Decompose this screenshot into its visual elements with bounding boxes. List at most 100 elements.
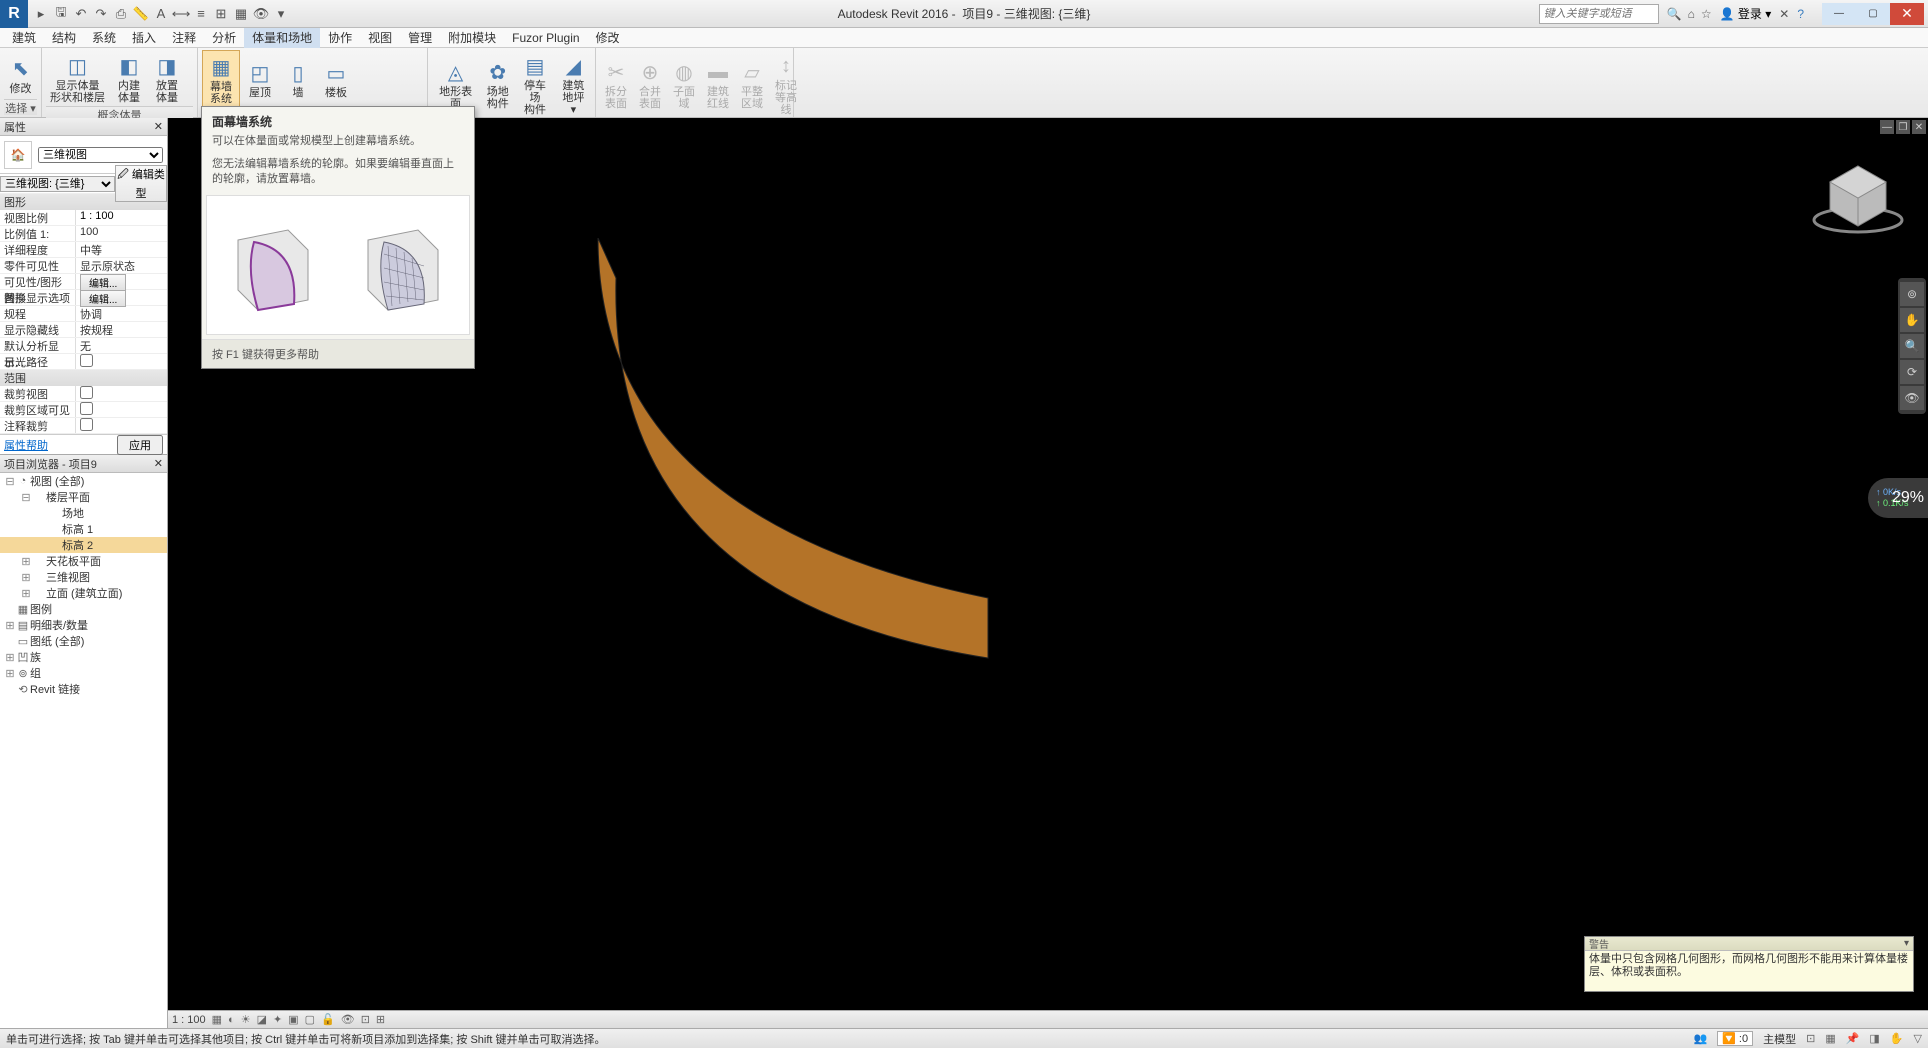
project-browser[interactable]: ⊟◔视图 (全部)⊟楼层平面场地标高 1标高 2⊞天花板平面⊞三维视图⊞立面 (… xyxy=(0,473,167,1028)
favorite-icon[interactable]: ☆ xyxy=(1701,7,1712,21)
property-value[interactable]: 100 xyxy=(76,226,167,241)
minimize-button[interactable]: — xyxy=(1822,3,1856,25)
open-icon[interactable]: ▸ xyxy=(32,5,50,23)
tree-expander-icon[interactable]: ⊞ xyxy=(4,619,16,632)
property-value[interactable] xyxy=(76,386,167,401)
signin-button[interactable]: 👤 登录 ▾ xyxy=(1720,5,1772,22)
maximize-button[interactable]: ▢ xyxy=(1856,3,1890,25)
workset-icon[interactable]: 👥 xyxy=(1693,1032,1707,1045)
help-icon[interactable]: ? xyxy=(1797,7,1804,21)
section-icon[interactable]: ⊞ xyxy=(212,5,230,23)
tree-item[interactable]: ⊟楼层平面 xyxy=(0,489,167,505)
unlock-icon[interactable]: 🔓 xyxy=(321,1013,335,1026)
tree-item[interactable]: ⊞三维视图 xyxy=(0,569,167,585)
tab-analyze[interactable]: 分析 xyxy=(204,27,244,48)
crop-visible-icon[interactable]: ▢ xyxy=(305,1013,315,1026)
viewcube[interactable] xyxy=(1808,148,1908,248)
property-value[interactable] xyxy=(76,210,167,225)
tree-item[interactable]: ⟲Revit 链接 xyxy=(0,681,167,697)
property-input[interactable] xyxy=(80,210,163,222)
tree-item[interactable]: ⊞天花板平面 xyxy=(0,553,167,569)
tree-expander-icon[interactable]: ⊞ xyxy=(4,667,16,680)
property-value[interactable]: 协调 xyxy=(76,306,167,321)
ribbon-button[interactable]: ▦幕墙系统 xyxy=(202,50,240,108)
tree-expander-icon[interactable]: ⊞ xyxy=(20,571,32,584)
dimension-icon[interactable]: ⟷ xyxy=(172,5,190,23)
warning-expand-icon[interactable]: ▾ xyxy=(1904,938,1909,949)
pan-icon[interactable]: ✋ xyxy=(1900,308,1924,332)
property-value[interactable]: 编辑... xyxy=(76,290,167,305)
tree-expander-icon[interactable]: ⊞ xyxy=(20,555,32,568)
filter-icon[interactable]: ▽ xyxy=(1914,1032,1922,1045)
view-restore-button[interactable]: ❐ xyxy=(1896,120,1910,134)
property-edit-button[interactable]: 编辑... xyxy=(80,274,126,291)
ribbon-button[interactable]: ◫显示体量形状和楼层 xyxy=(46,50,109,106)
close-icon[interactable]: ✕ xyxy=(154,457,163,470)
tab-addins[interactable]: 附加模块 xyxy=(440,27,504,48)
rendering-icon[interactable]: ✦ xyxy=(273,1013,282,1026)
print-icon[interactable]: ⎙ xyxy=(112,5,130,23)
tree-item[interactable]: 标高 1 xyxy=(0,521,167,537)
reveal-icon[interactable]: ⊡ xyxy=(361,1013,370,1026)
tab-structure[interactable]: 结构 xyxy=(44,27,84,48)
close-icon[interactable]: ✕ xyxy=(154,120,163,133)
instance-dropdown[interactable]: 三维视图: {三维} xyxy=(0,176,115,192)
visual-style-icon[interactable]: ◐ xyxy=(228,1014,235,1026)
measure-icon[interactable]: 📏 xyxy=(132,5,150,23)
tree-item[interactable]: ⊟◔视图 (全部) xyxy=(0,473,167,489)
lookat-icon[interactable]: 👁 xyxy=(1900,386,1924,410)
view-minimize-button[interactable]: — xyxy=(1880,120,1894,134)
exchange-icon[interactable]: ✕ xyxy=(1779,7,1789,21)
binoculars-icon[interactable]: 🔍 xyxy=(1667,7,1682,21)
tree-item[interactable]: ⊞凹族 xyxy=(0,649,167,665)
property-section-header[interactable]: 范围 xyxy=(0,370,167,386)
tree-item[interactable]: ⊞▤明细表/数量 xyxy=(0,617,167,633)
ribbon-button[interactable]: ▤停车场构件 xyxy=(516,50,553,118)
ribbon-button[interactable]: ◬地形表面 xyxy=(432,56,479,112)
save-icon[interactable]: 🖫 xyxy=(52,5,70,23)
tree-expander-icon[interactable]: ⊟ xyxy=(20,491,32,504)
property-value[interactable] xyxy=(76,402,167,417)
ribbon-button[interactable]: ▯墙 xyxy=(280,57,316,101)
tab-systems[interactable]: 系统 xyxy=(84,27,124,48)
property-checkbox[interactable] xyxy=(80,402,93,415)
shadows-icon[interactable]: ◪ xyxy=(257,1013,267,1026)
model-geometry[interactable] xyxy=(588,238,1188,678)
tree-item[interactable]: ▭图纸 (全部) xyxy=(0,633,167,649)
ribbon-button[interactable]: ▭楼板 xyxy=(318,57,354,101)
tab-annotate[interactable]: 注释 xyxy=(164,27,204,48)
select-links-icon[interactable]: ⊡ xyxy=(1806,1032,1815,1045)
search-input[interactable] xyxy=(1539,4,1659,24)
ribbon-button[interactable]: ✿场地构件 xyxy=(481,56,514,112)
property-value[interactable]: 中等 xyxy=(76,242,167,257)
apply-button[interactable]: 应用 xyxy=(117,435,163,455)
zoom-icon[interactable]: 🔍 xyxy=(1900,334,1924,358)
tab-insert[interactable]: 插入 xyxy=(124,27,164,48)
ribbon-button[interactable]: ⬉修改 xyxy=(4,53,37,97)
switch-windows-icon[interactable]: ▾ xyxy=(272,5,290,23)
align-icon[interactable]: ≡ xyxy=(192,5,210,23)
tree-expander-icon[interactable]: ⊞ xyxy=(20,587,32,600)
ribbon-button[interactable]: ◢建筑地坪 ▾ xyxy=(556,50,591,118)
view-close-button[interactable]: ✕ xyxy=(1912,120,1926,134)
subscription-icon[interactable]: ⌂ xyxy=(1688,7,1695,21)
undo-icon[interactable]: ↶ xyxy=(72,5,90,23)
thin-lines-icon[interactable]: ▦ xyxy=(232,5,250,23)
properties-help-link[interactable]: 属性帮助 xyxy=(4,437,48,453)
scale-label[interactable]: 1 : 100 xyxy=(172,1014,206,1026)
tree-expander-icon[interactable]: ⊟ xyxy=(4,475,16,488)
close-button[interactable]: ✕ xyxy=(1890,3,1924,25)
tab-fuzor[interactable]: Fuzor Plugin xyxy=(504,29,587,47)
property-value[interactable]: 按规程 xyxy=(76,322,167,337)
select-underlay-icon[interactable]: ▦ xyxy=(1825,1032,1835,1045)
main-model-label[interactable]: 主模型 xyxy=(1763,1031,1796,1047)
detail-level-icon[interactable]: ▦ xyxy=(212,1013,222,1026)
constraints-icon[interactable]: ⊞ xyxy=(376,1013,385,1026)
crop-icon[interactable]: ▣ xyxy=(288,1013,298,1026)
property-value[interactable]: 显示原状态 xyxy=(76,258,167,273)
tab-view[interactable]: 视图 xyxy=(360,27,400,48)
close-hidden-icon[interactable]: 👁 xyxy=(252,5,270,23)
text-icon[interactable]: A xyxy=(152,5,170,23)
edit-type-button[interactable]: 🖉 编辑类型 xyxy=(115,165,167,202)
tab-massing-site[interactable]: 体量和场地 xyxy=(244,27,320,48)
